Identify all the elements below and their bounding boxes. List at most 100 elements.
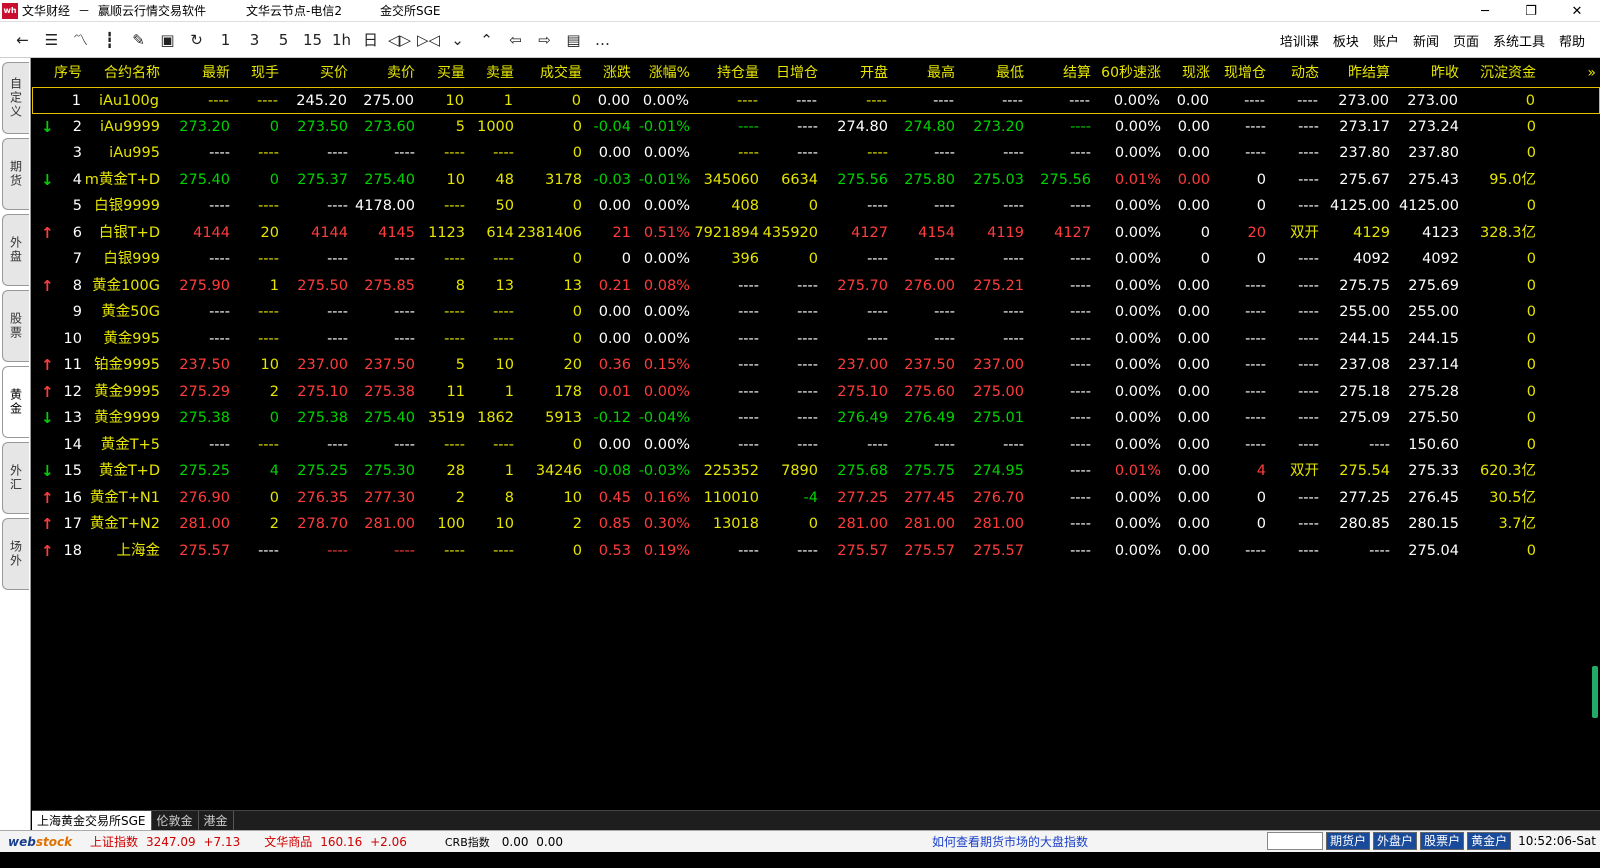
index-wenhua[interactable]: 文华商品 160.16 +2.06 bbox=[264, 833, 407, 850]
col-header-21[interactable]: 昨结算 bbox=[1348, 58, 1390, 88]
col-header-2[interactable]: 最新 bbox=[202, 58, 230, 88]
table-row[interactable]: 10 黄金995 ---- ---- ---- ---- ---- ---- 0 0.00 0.00… bbox=[32, 326, 1600, 353]
period-15-button[interactable]: 15 bbox=[298, 25, 327, 55]
table-row[interactable]: ↑ 11 铂金9995 237.50 10 237.00 237.50 5 10 20 0.36 0.… bbox=[32, 352, 1600, 379]
menu-3[interactable]: 新闻 bbox=[1406, 31, 1446, 50]
gold-account-button[interactable]: 黄金户 bbox=[1467, 832, 1512, 850]
col-header-0[interactable]: 序号 bbox=[54, 58, 82, 88]
col-header-8[interactable]: 成交量 bbox=[540, 58, 582, 88]
order-icon[interactable]: ✎ bbox=[124, 25, 153, 55]
zoom-out-icon[interactable]: ▷◁ bbox=[414, 25, 443, 55]
menu-4[interactable]: 页面 bbox=[1446, 31, 1486, 50]
period-1h-button[interactable]: 1h bbox=[327, 25, 356, 55]
table-row[interactable]: 5 白银9999 ---- ---- ---- 4178.00 ---- 50 0 0.00 0.0… bbox=[32, 193, 1600, 220]
col-header-22[interactable]: 昨收 bbox=[1431, 58, 1459, 88]
more-icon[interactable]: … bbox=[588, 25, 617, 55]
left-tab-5[interactable]: 外汇 bbox=[2, 442, 29, 514]
col-header-16[interactable]: 结算 bbox=[1063, 58, 1091, 88]
layout-icon[interactable]: ▤ bbox=[559, 25, 588, 55]
cell-买量: 10 bbox=[445, 93, 464, 109]
minimize-button[interactable]: ─ bbox=[1462, 0, 1508, 22]
menu-5[interactable]: 系统工具 bbox=[1486, 31, 1552, 50]
col-header-17[interactable]: 60秒速涨 bbox=[1101, 58, 1161, 88]
table-row[interactable]: 3 iAu995 ---- ---- ---- ---- ---- ---- 0 0.00 0.00… bbox=[32, 140, 1600, 167]
left-tab-0[interactable]: 自定义 bbox=[2, 62, 29, 134]
table-row[interactable]: 9 黄金50G ---- ---- ---- ---- ---- ---- 0 0.00 0.00%… bbox=[32, 299, 1600, 326]
left-tab-6[interactable]: 场外 bbox=[2, 518, 29, 590]
table-row[interactable]: ↑ 8 黄金100G 275.90 1 275.50 275.85 8 13 13 0.21 0.08… bbox=[32, 273, 1600, 300]
scrollbar-thumb[interactable] bbox=[1592, 666, 1598, 718]
report-icon[interactable]: ☰ bbox=[37, 25, 66, 55]
col-header-11[interactable]: 持仓量 bbox=[717, 58, 759, 88]
col-header-4[interactable]: 买价 bbox=[320, 58, 348, 88]
table-row[interactable]: ↑ 6 白银T+D 4144 20 4144 4145 1123 614 2381406 21 0.5… bbox=[32, 220, 1600, 247]
period-1-button[interactable]: 1 bbox=[211, 25, 240, 55]
exchange-tab-1[interactable]: 伦敦金 bbox=[152, 810, 199, 831]
kline-icon[interactable]: ┇ bbox=[95, 25, 124, 55]
zoom-in-icon[interactable]: ◁▷ bbox=[385, 25, 414, 55]
exchange-tab-0[interactable]: 上海黄金交易所SGE bbox=[32, 810, 152, 831]
refresh-icon[interactable]: ↻ bbox=[182, 25, 211, 55]
col-header-14[interactable]: 最高 bbox=[927, 58, 955, 88]
line-chart-icon[interactable]: 〽 bbox=[66, 25, 95, 55]
col-header-20[interactable]: 动态 bbox=[1291, 58, 1319, 88]
col-header-15[interactable]: 最低 bbox=[996, 58, 1024, 88]
table-row[interactable]: ↓ 15 黄金T+D 275.25 4 275.25 275.30 28 1 34246 -0.08… bbox=[32, 458, 1600, 485]
menu-6[interactable]: 帮助 bbox=[1552, 31, 1592, 50]
menu-2[interactable]: 账户 bbox=[1366, 31, 1406, 50]
col-header-3[interactable]: 现手 bbox=[251, 58, 279, 88]
cell-合约名称: 白银T+D bbox=[98, 224, 160, 241]
col-header-13[interactable]: 开盘 bbox=[860, 58, 888, 88]
table-row[interactable]: ↑ 18 上海金 275.57 ---- ---- ---- ---- ---- 0 0.53 0.1… bbox=[32, 538, 1600, 565]
maximize-button[interactable]: ❐ bbox=[1508, 0, 1554, 22]
col-header-23[interactable]: 沉淀资金 bbox=[1480, 58, 1536, 88]
menu-0[interactable]: 培训课 bbox=[1273, 31, 1326, 50]
menu-1[interactable]: 板块 bbox=[1326, 31, 1366, 50]
col-header-12[interactable]: 日增仓 bbox=[776, 58, 818, 88]
col-header-7[interactable]: 卖量 bbox=[486, 58, 514, 88]
left-tab-2[interactable]: 外盘 bbox=[2, 214, 29, 286]
col-header-9[interactable]: 涨跌 bbox=[603, 58, 631, 88]
help-link[interactable]: 如何查看期货市场的大盘指数 bbox=[932, 831, 1088, 853]
col-header-6[interactable]: 买量 bbox=[437, 58, 465, 88]
table-row[interactable]: ↑ 16 黄金T+N1 276.90 0 276.35 277.30 2 8 10 0.45 0.16… bbox=[32, 485, 1600, 512]
col-header-24[interactable]: » bbox=[1587, 58, 1596, 88]
table-row[interactable]: 1 iAu100g ---- ---- 245.20 275.00 10 1 0 0.00 0.00… bbox=[32, 87, 1600, 114]
col-header-18[interactable]: 现涨 bbox=[1182, 58, 1210, 88]
period-5-button[interactable]: 5 bbox=[269, 25, 298, 55]
cell-最低: 4119 bbox=[987, 224, 1024, 241]
period-day-button[interactable]: 日 bbox=[356, 25, 385, 55]
table-row[interactable]: ↓ 13 黄金9999 275.38 0 275.38 275.40 3519 1862 5913… bbox=[32, 405, 1600, 432]
table-row[interactable]: ↑ 12 黄金9995 275.29 2 275.10 275.38 11 1 178 0.01 0.… bbox=[32, 379, 1600, 406]
table-row[interactable]: 14 黄金T+5 ---- ---- ---- ---- ---- ---- 0 0.00 0.00… bbox=[32, 432, 1600, 459]
left-tab-4[interactable]: 黄金 bbox=[2, 366, 29, 438]
prev-icon[interactable]: ⇦ bbox=[501, 25, 530, 55]
left-tab-3[interactable]: 股票 bbox=[2, 290, 29, 362]
save-icon[interactable]: ▣ bbox=[153, 25, 182, 55]
col-header-19[interactable]: 现增仓 bbox=[1224, 58, 1266, 88]
index-crb[interactable]: CRB指数 0.00 0.00 bbox=[445, 834, 563, 850]
col-header-1[interactable]: 合约名称 bbox=[104, 58, 160, 88]
col-header-5[interactable]: 卖价 bbox=[387, 58, 415, 88]
futures-account-button[interactable]: 期货户 bbox=[1326, 832, 1371, 850]
down-icon[interactable]: ⌄ bbox=[443, 25, 472, 55]
foreign-account-button[interactable]: 外盘户 bbox=[1373, 832, 1418, 850]
left-tab-1[interactable]: 期货 bbox=[2, 138, 29, 210]
back-icon[interactable]: ← bbox=[8, 25, 37, 55]
table-row[interactable]: ↓ 2 iAu9999 273.20 0 273.50 273.60 5 1000 0 -0.04-… bbox=[32, 114, 1600, 141]
exchange-tab-2[interactable]: 港金 bbox=[199, 810, 234, 831]
table-row[interactable]: ↑ 17 黄金T+N2 281.00 2 278.70 281.00 100 10 2 0.85 0.… bbox=[32, 511, 1600, 538]
index-shanghai[interactable]: 上证指数 3247.09 +7.13 bbox=[90, 833, 240, 850]
code-input[interactable] bbox=[1267, 832, 1324, 850]
close-button[interactable]: ✕ bbox=[1554, 0, 1600, 22]
table-row[interactable]: 7 白银999 ---- ---- ---- ---- ---- ---- 0 0 0.00% 396… bbox=[32, 246, 1600, 273]
cell-昨收: 150.60 bbox=[1408, 436, 1459, 453]
next-icon[interactable]: ⇨ bbox=[530, 25, 559, 55]
stock-account-button[interactable]: 股票户 bbox=[1420, 832, 1465, 850]
table-row[interactable]: ↓ 4 m黄金T+D 275.40 0 275.37 275.40 10 48 3178 -0.03… bbox=[32, 167, 1600, 194]
col-header-10[interactable]: 涨幅% bbox=[649, 58, 690, 88]
period-3-button[interactable]: 3 bbox=[240, 25, 269, 55]
up-icon[interactable]: ⌃ bbox=[472, 25, 501, 55]
cell-现增仓: ---- bbox=[1245, 357, 1266, 373]
cell-卖价: 275.38 bbox=[364, 383, 415, 400]
